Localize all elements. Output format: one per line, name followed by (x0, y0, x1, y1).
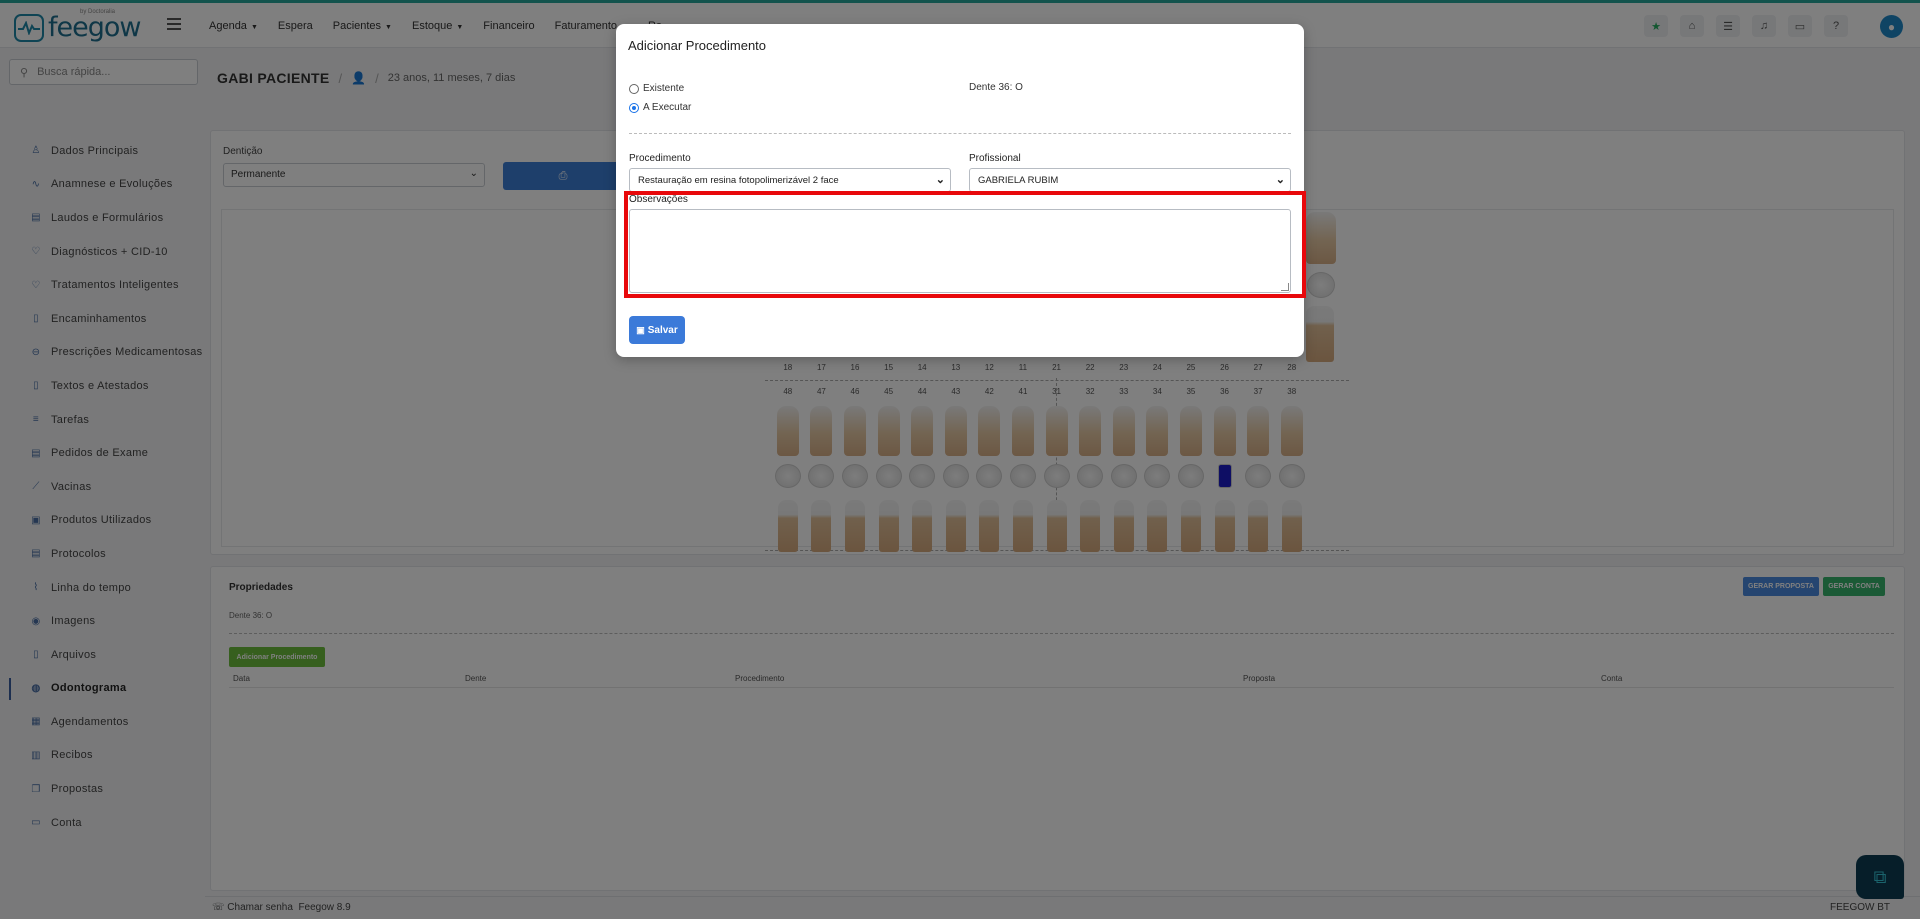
floppy-disk-icon: ▣ (636, 324, 645, 335)
radio-existente-row[interactable]: Existente (629, 83, 684, 94)
radio-a-executar[interactable] (629, 102, 639, 113)
radio-existente[interactable] (629, 83, 639, 94)
profissional-select[interactable]: GABRIELA RUBIM ⌄ (969, 168, 1291, 192)
profissional-label: Profissional (969, 153, 1021, 164)
observacoes-highlight-box (624, 191, 1306, 298)
modal-divider (629, 133, 1291, 134)
save-button[interactable]: ▣ Salvar (629, 316, 685, 344)
procedimento-label: Procedimento (629, 153, 691, 164)
chevron-down-icon: ⌄ (935, 174, 945, 186)
radio-executar-row[interactable]: A Executar (629, 102, 691, 113)
procedimento-select[interactable]: Restauração em resina fotopolimerizável … (629, 168, 951, 192)
modal-title: Adicionar Procedimento (628, 38, 767, 53)
add-procedure-modal: Adicionar Procedimento Existente A Execu… (616, 24, 1306, 357)
chevron-down-icon: ⌄ (1275, 174, 1285, 186)
modal-tooth-info: Dente 36: O (969, 82, 1023, 93)
